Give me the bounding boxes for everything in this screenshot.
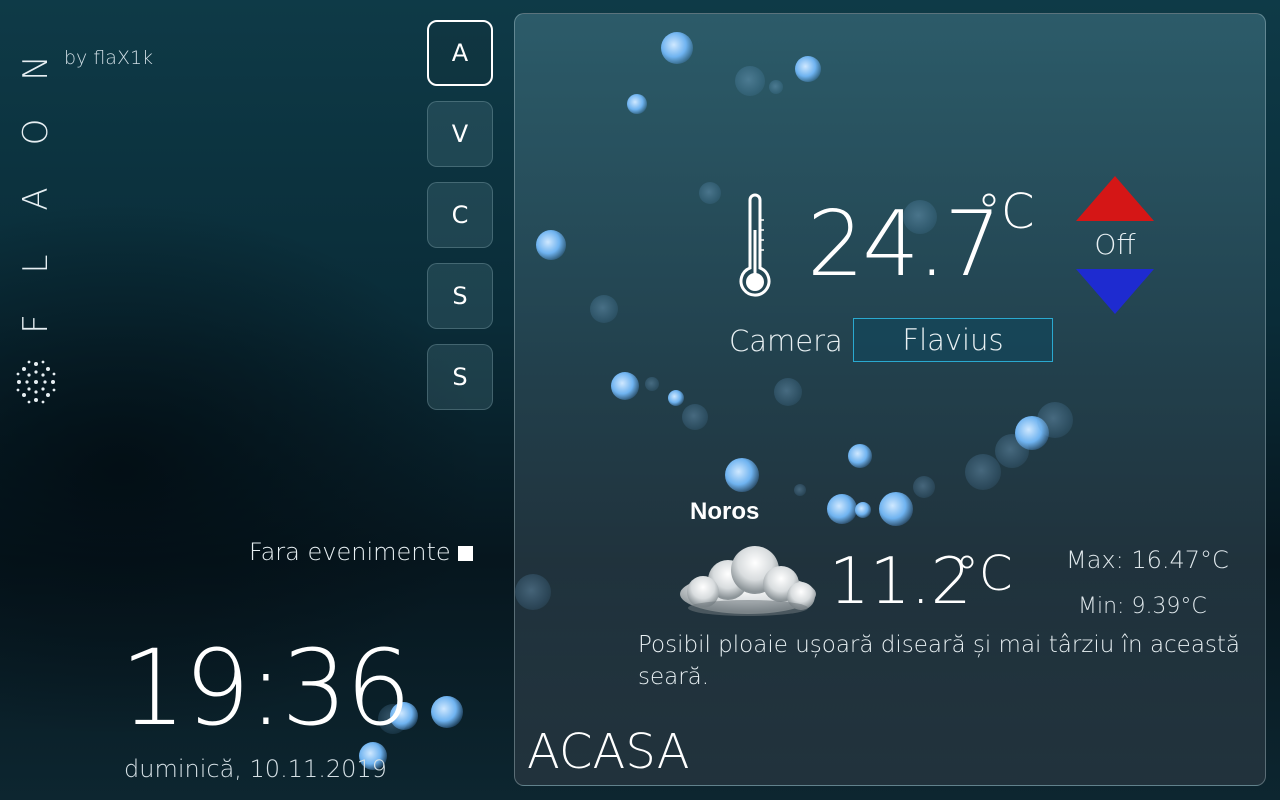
sparkle-icon (16, 360, 56, 404)
bokeh-decoration (515, 574, 551, 610)
bokeh-decoration (1037, 402, 1073, 438)
bokeh-decoration (627, 94, 647, 114)
logo-letter: O (16, 118, 56, 146)
location-name: ACASA (527, 724, 690, 780)
temperature-max: Max: 16.47°C (1066, 546, 1229, 574)
indoor-temperature: 24.7 (807, 192, 1001, 297)
bokeh-decoration (794, 484, 806, 496)
bokeh-decoration (795, 56, 821, 82)
bokeh-decoration (661, 32, 693, 64)
bokeh-decoration (431, 696, 463, 728)
thermometer-icon (739, 193, 771, 297)
clock-date: duminică, 10.11.2019 (124, 755, 387, 783)
weather-condition: Noros (690, 498, 760, 525)
events-indicator (458, 546, 473, 561)
bokeh-decoration (668, 390, 684, 406)
bokeh-decoration (645, 377, 659, 391)
nav-button-s2[interactable]: S (427, 344, 493, 410)
nav-button-v[interactable]: V (427, 101, 493, 167)
bokeh-decoration (848, 444, 872, 468)
events-status: Fara evenimente (249, 538, 451, 566)
nav-button-c[interactable]: C (427, 182, 493, 248)
logo-letter: L (16, 254, 56, 274)
bokeh-decoration (827, 494, 857, 524)
bokeh-decoration (995, 434, 1029, 468)
temperature-up-button[interactable] (1076, 176, 1154, 221)
bokeh-decoration (735, 66, 765, 96)
bokeh-decoration (774, 378, 802, 406)
bokeh-decoration (611, 372, 639, 400)
indoor-temperature-unit: °C (977, 184, 1035, 240)
bokeh-decoration (699, 182, 721, 204)
flaon-logo: N O A L F (14, 46, 58, 416)
room-label: Camera (729, 324, 843, 358)
bokeh-decoration (536, 230, 566, 260)
nav-button-a[interactable]: A (427, 20, 493, 86)
bokeh-decoration (965, 454, 1001, 490)
temperature-down-button[interactable] (1076, 269, 1154, 314)
hvac-state: Off (1094, 228, 1136, 261)
bokeh-decoration (682, 404, 708, 430)
byline: by flaX1k (64, 47, 154, 69)
logo-letter: N (16, 55, 56, 81)
clock-time: 19:36 (120, 627, 412, 749)
outdoor-temperature-unit: °C (955, 546, 1013, 602)
cloud-icon (680, 546, 816, 616)
temperature-min: Min: 9.39°C (1078, 594, 1207, 619)
bokeh-decoration (769, 80, 783, 94)
bokeh-decoration (590, 295, 618, 323)
bokeh-decoration (1015, 416, 1049, 450)
bokeh-decoration (725, 458, 759, 492)
logo-letter: A (16, 187, 56, 211)
room-select[interactable]: Flavius (853, 318, 1053, 362)
bokeh-decoration (913, 476, 935, 498)
forecast-text: Posibil ploaie ușoară diseară și mai târ… (638, 632, 1241, 690)
logo-letter: F (16, 314, 56, 334)
bokeh-decoration (879, 492, 913, 526)
home-panel: 24.7 °C Off Camera Flavius Noros 11.2 °C… (514, 13, 1266, 786)
outdoor-temperature: 11.2 (829, 545, 972, 619)
nav-button-s1[interactable]: S (427, 263, 493, 329)
bokeh-decoration (855, 502, 871, 518)
